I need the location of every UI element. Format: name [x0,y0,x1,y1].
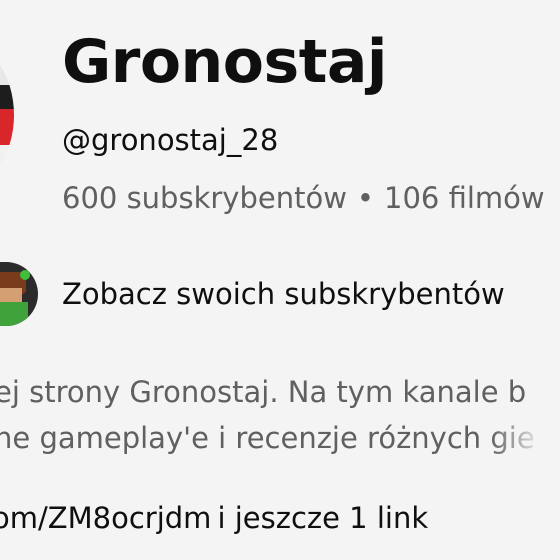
subscriber-count: 600 subskrybentów [62,181,347,215]
channel-stats: 600 subskrybentów • 106 filmów [62,178,545,218]
channel-title: Gronostaj [62,27,387,97]
channel-description-line-2[interactable]: ne gameplay'e i recenzje różnych gie [0,418,535,458]
avatar-shirt [0,302,28,326]
channel-handle: @gronostaj_28 [62,123,279,157]
video-count: 106 filmów [384,181,545,215]
channel-avatar[interactable] [0,40,14,190]
more-links-button[interactable]: i jeszcze 1 link [217,501,428,535]
channel-links[interactable]: om/ZM8ocrjdm i jeszcze 1 link [0,498,428,538]
description-fade [490,418,560,462]
view-subscribers-label[interactable]: Zobacz swoich subskrybentów [62,274,505,314]
channel-link[interactable]: om/ZM8ocrjdm [0,501,211,535]
channel-description-line-1[interactable]: ej strony Gronostaj. Na tym kanale b [0,372,526,412]
avatar-badge-icon [20,270,30,280]
stats-separator: • [356,181,375,215]
view-subscribers-row[interactable]: Zobacz swoich subskrybentów [0,258,560,334]
channel-page: Gronostaj @gronostaj_28 600 subskrybentó… [0,0,560,560]
avatar [0,262,38,326]
avatar-face [0,288,22,302]
